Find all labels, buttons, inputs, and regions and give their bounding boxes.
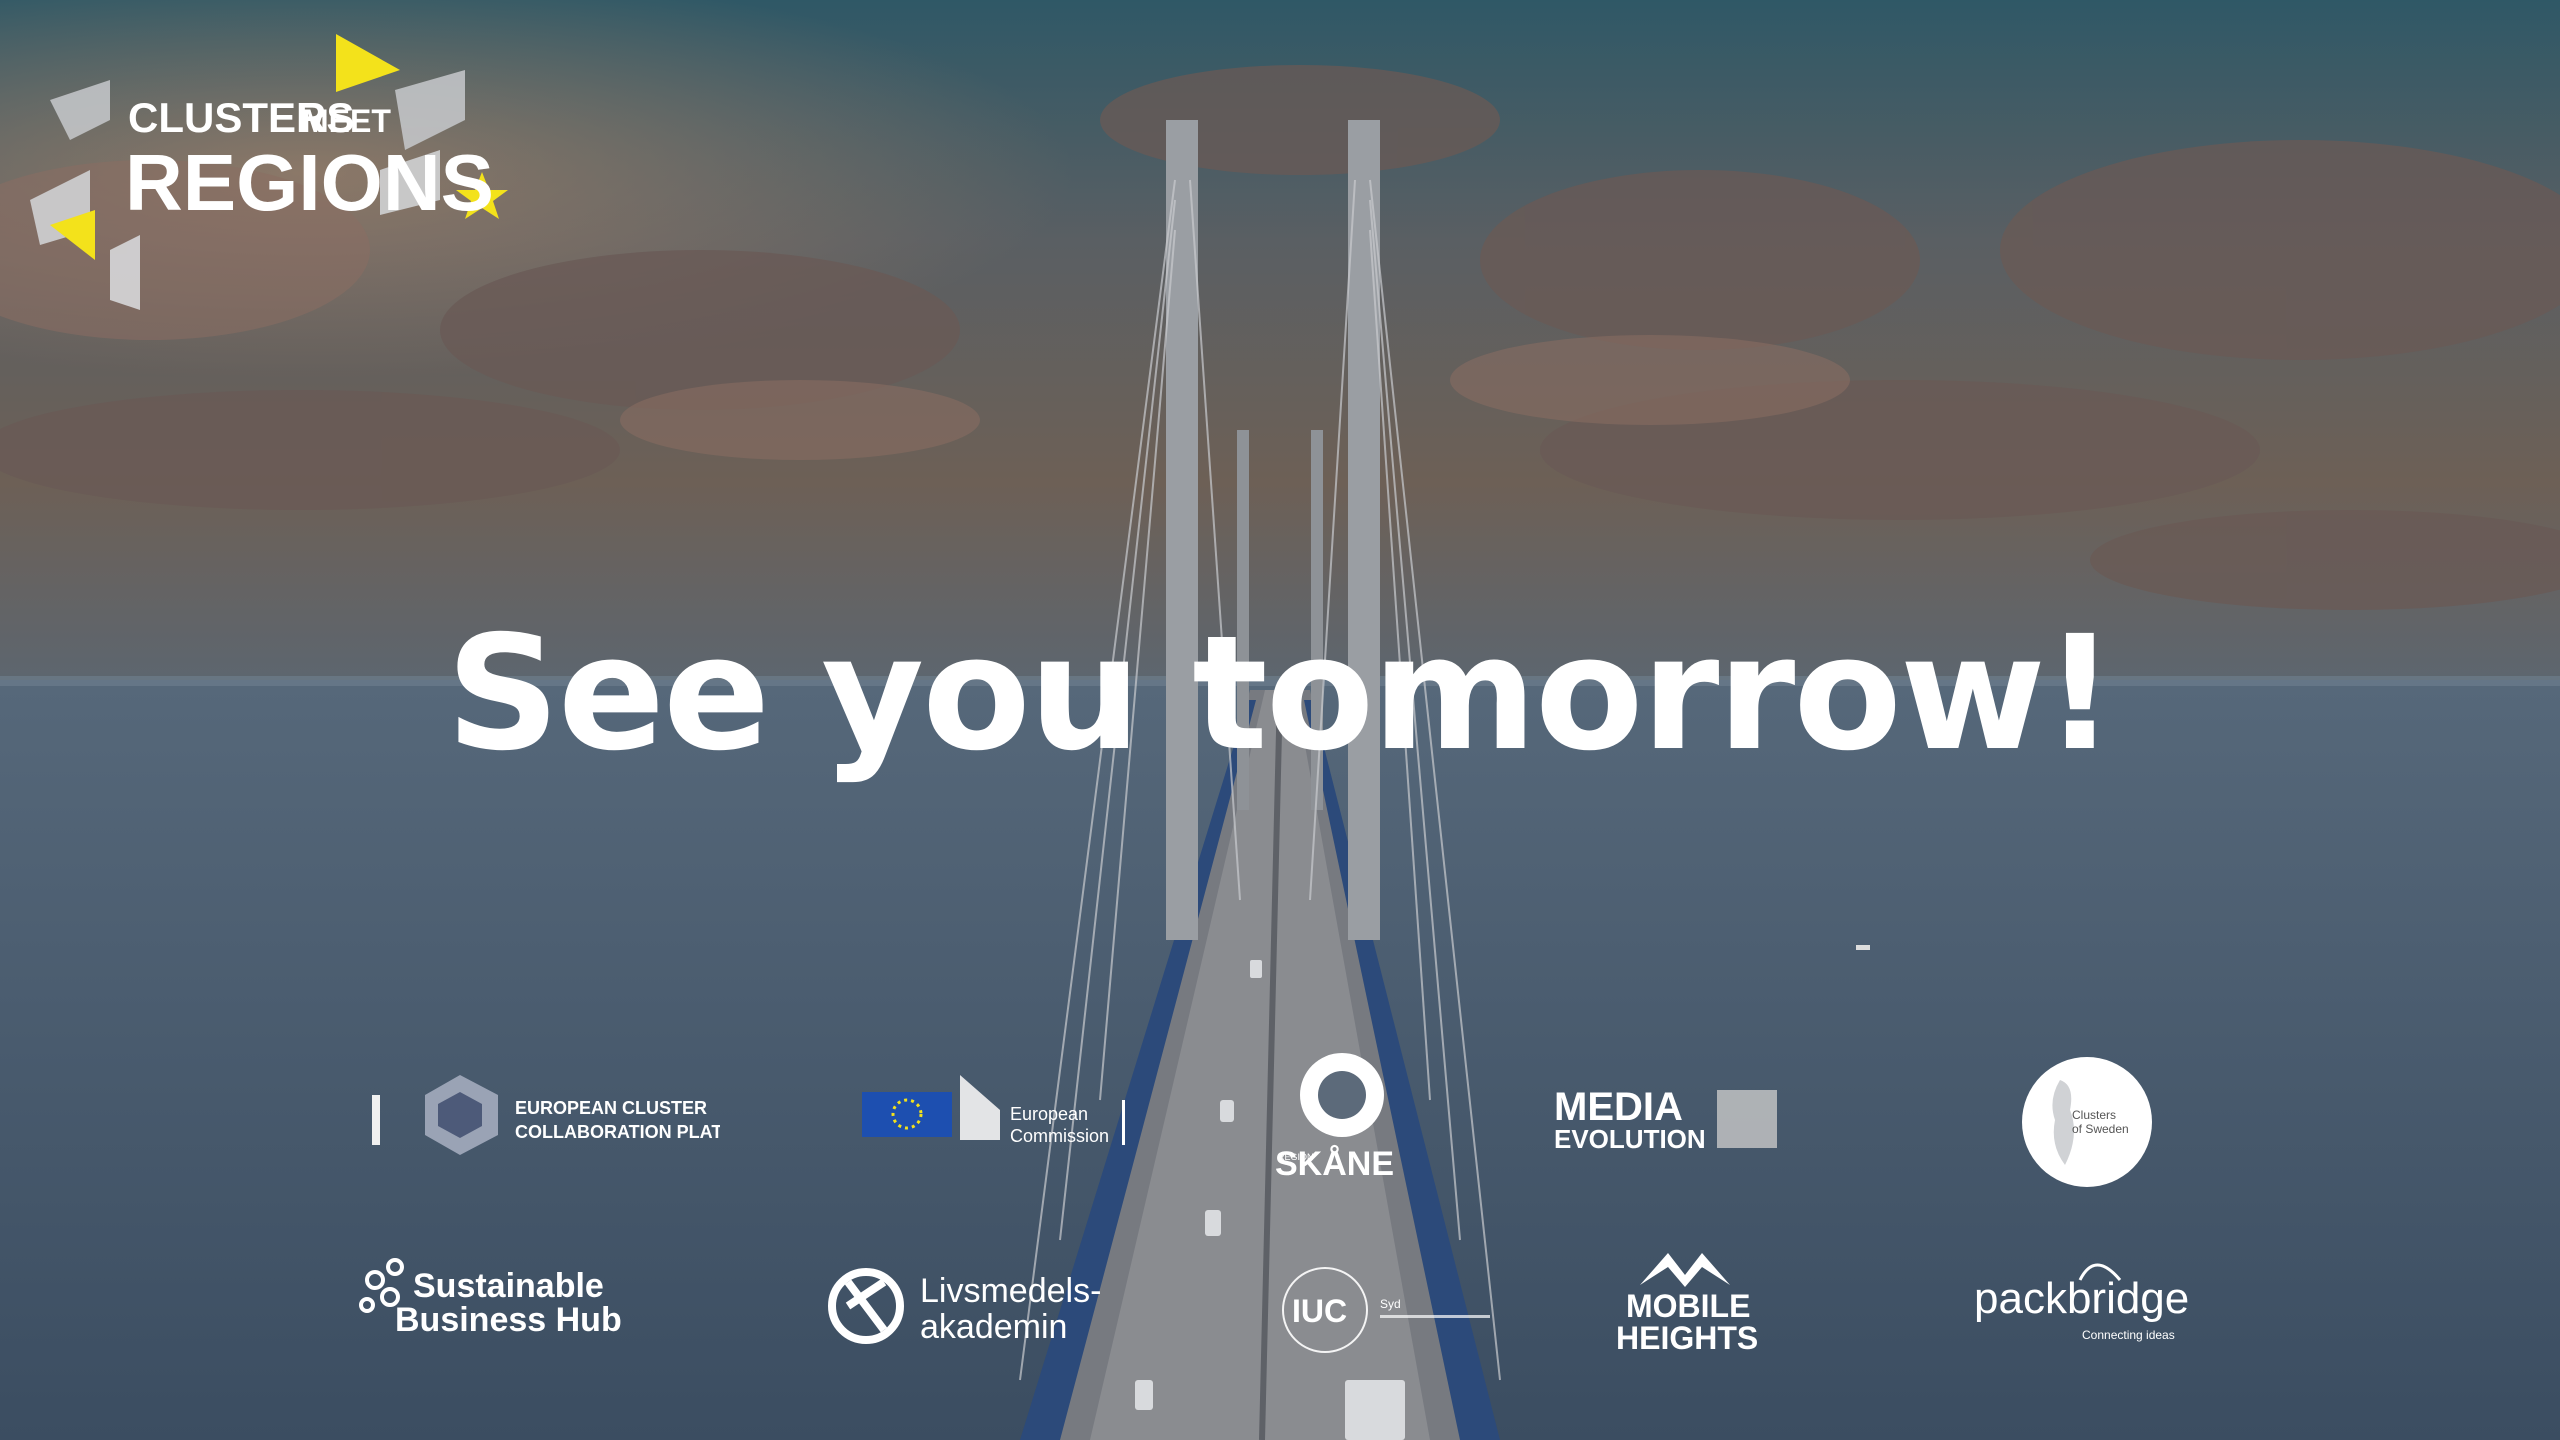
svg-text:Syd: Syd <box>1380 1297 1401 1311</box>
clusters-meet-regions-logo[interactable]: CLUSTERS MEET REGIONS <box>20 30 520 320</box>
svg-text:of Sweden: of Sweden <box>2072 1122 2129 1136</box>
svg-text:Commission: Commission <box>1010 1126 1109 1146</box>
media-evolution-logo[interactable]: MEDIA EVOLUTION <box>1552 1080 1782 1160</box>
livsmedelsakademin-logo[interactable]: Livsmedels- akademin <box>828 1262 1128 1352</box>
svg-text:packbridge: packbridge <box>1974 1274 2189 1323</box>
european-commission-logo[interactable]: European Commission <box>860 1070 1140 1160</box>
logo-word-meet: MEET <box>302 103 391 139</box>
region-skane-logo[interactable]: REGION SKÅNE <box>1270 1045 1420 1185</box>
mobile-heights-logo[interactable]: MOBILE HEIGHTS <box>1610 1245 1785 1360</box>
svg-text:Sustainable: Sustainable <box>413 1267 604 1305</box>
svg-text:Connecting ideas: Connecting ideas <box>2082 1328 2175 1342</box>
svg-text:Business Hub: Business Hub <box>395 1301 622 1339</box>
svg-text:MEDIA: MEDIA <box>1554 1085 1683 1129</box>
svg-text:Livsmedels-: Livsmedels- <box>920 1272 1101 1310</box>
logo-word-regions: REGIONS <box>125 138 494 227</box>
svg-text:EUROPEAN CLUSTER: EUROPEAN CLUSTER <box>515 1098 707 1118</box>
svg-text:SKÅNE: SKÅNE <box>1275 1145 1394 1183</box>
clusters-of-sweden-logo[interactable]: Clusters of Sweden <box>2020 1055 2155 1190</box>
eccp-logo[interactable]: EUROPEAN CLUSTER COLLABORATION PLATFORM <box>420 1070 720 1160</box>
svg-text:IUC: IUC <box>1292 1293 1347 1329</box>
sustainable-business-hub-logo[interactable]: Sustainable Business Hub <box>355 1255 635 1345</box>
mountain-icon <box>1640 1253 1730 1287</box>
svg-text:COLLABORATION PLATFORM: COLLABORATION PLATFORM <box>515 1122 720 1142</box>
svg-text:Clusters: Clusters <box>2072 1108 2116 1122</box>
svg-text:EVOLUTION: EVOLUTION <box>1554 1124 1706 1154</box>
svg-text:akademin: akademin <box>920 1308 1067 1346</box>
berlaymont-icon <box>960 1075 1000 1140</box>
svg-text:MOBILE: MOBILE <box>1626 1288 1750 1324</box>
iuc-syd-logo[interactable]: IUC Syd <box>1280 1260 1500 1360</box>
page-title: See you tomorrow! <box>446 602 2116 786</box>
packbridge-logo[interactable]: packbridge Connecting ideas <box>1970 1245 2200 1350</box>
svg-text:European: European <box>1010 1104 1088 1124</box>
svg-text:HEIGHTS: HEIGHTS <box>1616 1320 1758 1356</box>
pixel-block-icon <box>1717 1090 1777 1148</box>
yellow-chevron-icon <box>336 34 400 92</box>
